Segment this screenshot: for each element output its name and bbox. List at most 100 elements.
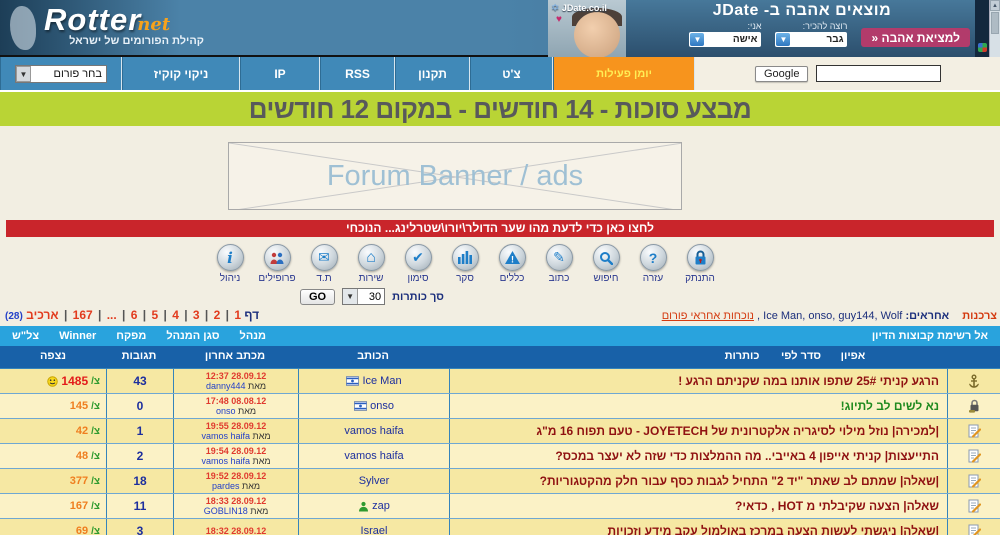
tool-search[interactable]: חיפוש [589, 244, 623, 284]
tool-poll[interactable]: סקר [448, 244, 482, 284]
jdate-photo-face [574, 12, 620, 57]
last-message[interactable]: 18:33 28.09.12מאת GOBLIN18 [173, 494, 298, 518]
moderator-presence-link[interactable]: נוכחות אחראי פורום [662, 310, 754, 322]
nav-item-ip[interactable]: IP [240, 57, 320, 90]
tool-rules[interactable]: !כללים [495, 244, 529, 284]
nav-item-chat[interactable]: צ'ט [470, 57, 553, 90]
promo-banner[interactable]: מבצע סוכות - 14 חודשים - במקום 12 חודשים [0, 90, 1000, 126]
star-of-david-icon: ✡ [551, 3, 559, 14]
topic-title[interactable]: התייעצות| קניתי אייפון 4 באייבי.. מה ההמ… [449, 444, 947, 468]
views-count: 167 /צ [0, 494, 106, 518]
topic-title[interactable]: |שאלה| שמתם לב שאתר "יד 2" התחיל לגבות כ… [449, 469, 947, 493]
search-icon[interactable] [593, 244, 620, 271]
topic-title[interactable]: שאלה| הצעה שקיבלתי מ HOT , כדאי? [449, 494, 947, 518]
note-icon [947, 519, 1000, 535]
jdate-ad-banner[interactable]: מוצאים אהבה ב- JDate למציאת אהבה « רוצה … [548, 0, 978, 57]
nav-item-rss[interactable]: RSS [320, 57, 395, 90]
col-viewed[interactable]: נצפה [40, 350, 66, 362]
tool-help[interactable]: ?עזרה [636, 244, 670, 284]
last-message[interactable]: 19:54 28.09.12מאת vamos haifa [173, 444, 298, 468]
rank-link-2[interactable]: מפקח [116, 330, 146, 342]
logout-icon[interactable] [687, 244, 714, 271]
rank-link-4[interactable]: מנהל [240, 330, 266, 342]
topic-title[interactable]: הרגע קניתי 25# שתפו אותנו במה שקניתם הרג… [449, 369, 947, 393]
last-message[interactable]: 19:55 28.09.12מאת vamos haifa [173, 419, 298, 443]
archive-count: (28) [5, 311, 23, 322]
choose-forum-select[interactable]: ▼ בחר פורום [15, 65, 107, 83]
jdate-want-field: רוצה להכיר: גבר ▼ [775, 21, 847, 47]
tool-label: סקר [456, 273, 474, 284]
page-link-3[interactable]: 3 [193, 308, 200, 322]
rotter-logo[interactable]: Rotternet קהילת הפורומים של ישראל [10, 2, 240, 47]
topics-table: הרגע קניתי 25# שתפו אותנו במה שקניתם הרג… [0, 368, 1000, 535]
topic-author[interactable]: vamos haifa [298, 419, 449, 443]
tool-mail[interactable]: ✉ת.ד [307, 244, 341, 284]
nav-item-rules[interactable]: תקנון [395, 57, 470, 90]
col-titles[interactable]: כותרות [725, 350, 760, 362]
per-page-select[interactable]: ▼ 30 [342, 288, 385, 305]
page-link-4[interactable]: 4 [172, 308, 179, 322]
tool-write[interactable]: ✎כתוב [542, 244, 576, 284]
rank-link-0[interactable]: צל"ש [12, 330, 39, 342]
jdate-me-select[interactable]: אישה ▼ [689, 32, 761, 47]
rank-link-3[interactable]: סגן המנהל [166, 330, 219, 342]
info-icon[interactable]: i [217, 244, 244, 271]
groups-list-link[interactable]: אל רשימת קבוצות הדיון [872, 330, 988, 342]
col-last[interactable]: מכתב אחרון [205, 350, 265, 362]
profiles-icon[interactable] [264, 244, 291, 271]
topic-title[interactable]: |למכירה| נוזל מילוי לסיגריה אלקטרונית של… [449, 419, 947, 443]
google-search-input[interactable] [816, 65, 941, 82]
placeholder-text: Forum Banner / ads [327, 160, 583, 193]
topic-author[interactable]: Israel [298, 519, 449, 535]
write-icon[interactable]: ✎ [546, 244, 573, 271]
topic-title[interactable]: נא לשים לב לתיוג! [449, 394, 947, 418]
poll-icon[interactable] [452, 244, 479, 271]
rules-icon[interactable]: ! [499, 244, 526, 271]
archive-link[interactable]: ארכיב [26, 308, 58, 322]
google-search-button[interactable]: Google [755, 66, 808, 82]
col-replies[interactable]: תגובות [122, 350, 157, 362]
topic-title[interactable]: |שאלה| ניגשתי לעשות הצעה במרכז באולמול ע… [449, 519, 947, 535]
scroll-up-icon[interactable]: ▲ [990, 0, 1000, 11]
topic-row: |שאלה| ניגשתי לעשות הצעה במרכז באולמול ע… [0, 519, 1000, 535]
jdate-me-field: אני: אישה ▼ [689, 21, 761, 47]
scrollbar-thumb[interactable] [991, 12, 999, 34]
nav-item-clear-cookies[interactable]: ניקוי קוקיז [122, 57, 240, 90]
messenger-icon[interactable] [978, 43, 987, 52]
col-author[interactable]: הכותב [357, 350, 389, 362]
topic-author[interactable]: Ice Man [298, 369, 449, 393]
col-type[interactable]: אפיון [841, 350, 866, 362]
topic-author[interactable]: vamos haifa [298, 444, 449, 468]
jdate-cta-button[interactable]: למציאת אהבה « [861, 28, 970, 47]
go-button[interactable]: GO [300, 289, 335, 305]
help-icon[interactable]: ? [640, 244, 667, 271]
ad-scrollbar[interactable]: ▲ [989, 0, 1000, 57]
tool-home[interactable]: ⌂שירות [354, 244, 388, 284]
note-icon [947, 494, 1000, 518]
views-count: 1485 /צ [0, 369, 106, 393]
jdate-want-select[interactable]: גבר ▼ [775, 32, 847, 47]
last-message[interactable]: 12:37 28.09.12מאת danny444 [173, 369, 298, 393]
exchange-rates-ticker[interactable]: לחצו כאן כדי לדעת מהו שער הדולר\יורו\שטר… [6, 220, 994, 237]
home-icon[interactable]: ⌂ [358, 244, 385, 271]
tool-info[interactable]: iניהול [213, 244, 247, 284]
tool-profiles[interactable]: פרופילים [260, 244, 294, 284]
page-link-1[interactable]: 1 [234, 308, 241, 322]
topic-author[interactable]: Sylver [298, 469, 449, 493]
page-link-167[interactable]: 167 [73, 308, 93, 322]
forum-ad-placeholder[interactable]: Forum Banner / ads [228, 142, 682, 210]
topic-author[interactable]: onso [298, 394, 449, 418]
note-icon [947, 444, 1000, 468]
page-link-...[interactable]: ... [107, 308, 117, 322]
mail-icon[interactable]: ✉ [311, 244, 338, 271]
last-message[interactable]: 18:32 28.09.12 [173, 519, 298, 535]
jdate-me-label: אני: [689, 21, 761, 31]
rank-link-1[interactable]: Winner [59, 330, 96, 342]
topic-author[interactable]: zap [298, 494, 449, 518]
nav-item-activity-log[interactable]: יומן פעילות [553, 57, 695, 90]
last-message[interactable]: 17:48 08.08.12מאת onso [173, 394, 298, 418]
tool-logout[interactable]: התנתק [683, 244, 717, 284]
last-message[interactable]: 19:52 28.09.12מאת pardes [173, 469, 298, 493]
tool-check[interactable]: ✔סימון [401, 244, 435, 284]
check-icon[interactable]: ✔ [405, 244, 432, 271]
